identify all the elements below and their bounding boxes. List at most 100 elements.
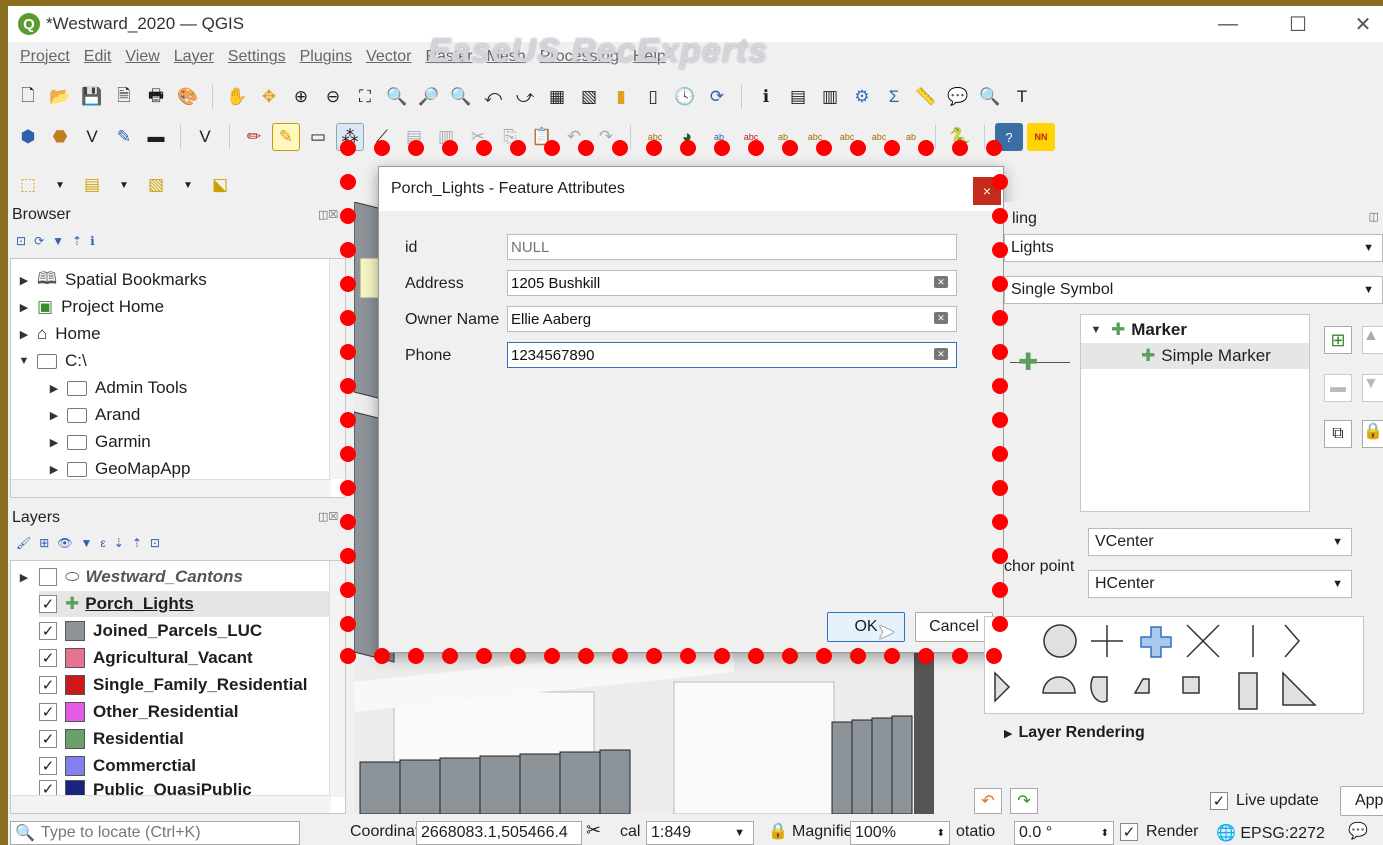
expand-arrow-icon[interactable]: ▶ <box>45 463 63 476</box>
filter-expression-icon[interactable]: ε <box>100 536 105 550</box>
duplicate-symbol-layer-button[interactable]: ⧉ <box>1324 420 1352 448</box>
owner-name-field[interactable]: ✕ <box>507 306 957 332</box>
new-3d-view-icon[interactable]: ▧ <box>575 83 603 111</box>
attribute-table-icon[interactable]: ▤ <box>784 83 812 111</box>
processing-icon[interactable]: ⚙ <box>848 83 876 111</box>
lock-symbol-layer-button[interactable]: 🔒 <box>1362 420 1383 448</box>
id-input[interactable] <box>511 238 921 256</box>
live-update-checkbox[interactable]: ✓ <box>1210 792 1228 810</box>
deselect-icon[interactable]: ▧ <box>142 171 170 199</box>
filter-legend-icon[interactable]: ▼ <box>81 536 93 550</box>
address-input[interactable] <box>511 274 921 292</box>
render-checkbox[interactable]: ✓ <box>1120 823 1138 841</box>
select-location-icon[interactable]: ⬕ <box>206 171 234 199</box>
panel-float-icon[interactable]: ◫ <box>1369 210 1379 223</box>
zoom-native-icon[interactable]: 🔍 <box>447 83 475 111</box>
layer-row[interactable]: ✓ Residential <box>39 726 184 752</box>
browser-item-project-home[interactable]: ▶ ▣ Project Home <box>15 294 164 320</box>
add-group-icon[interactable]: ⊞ <box>39 536 49 550</box>
browser-hscrollbar[interactable] <box>11 479 331 497</box>
layer-row[interactable]: ✓ Public_QuasiPublic <box>39 780 252 796</box>
toggle-extents-icon[interactable]: ✂ <box>586 820 601 841</box>
expand-arrow-icon[interactable]: ▶ <box>15 328 33 341</box>
remove-layer-icon[interactable]: ⊡ <box>150 536 160 550</box>
menu-project[interactable]: Project <box>20 48 70 74</box>
layer-visibility-checkbox[interactable] <box>39 568 57 586</box>
browser-item-admin-tools[interactable]: ▶ Admin Tools <box>45 375 188 401</box>
collapse-arrow-icon[interactable]: ▼ <box>1087 324 1105 336</box>
manage-map-themes-icon[interactable]: 👁 <box>57 536 72 550</box>
expand-arrow-icon[interactable]: ▶ <box>15 301 33 314</box>
remove-symbol-layer-button[interactable]: ▬ <box>1324 374 1352 402</box>
cancel-button[interactable]: Cancel <box>915 612 993 642</box>
menu-plugins[interactable]: Plugins <box>300 48 352 74</box>
browser-item-arand[interactable]: ▶ Arand <box>45 402 141 428</box>
expand-all-icon[interactable]: ⇣ <box>114 536 124 550</box>
zoom-next-icon[interactable]: ⤻ <box>511 83 539 111</box>
layer-visibility-checkbox[interactable]: ✓ <box>39 730 57 748</box>
horizontal-anchor-dropdown[interactable]: HCenter ▼ <box>1088 570 1352 598</box>
menu-view[interactable]: View <box>125 48 159 74</box>
clear-field-icon[interactable]: ✕ <box>934 276 948 288</box>
new-project-icon[interactable]: 🗋 <box>14 83 42 111</box>
select-by-value-icon[interactable]: ▤ <box>78 171 106 199</box>
layer-visibility-checkbox[interactable]: ✓ <box>39 595 57 613</box>
bookmark-icon[interactable]: ▮ <box>607 83 635 111</box>
address-field[interactable]: ✕ <box>507 270 957 296</box>
layer-row[interactable]: ✓ Single_Family_Residential <box>39 672 307 698</box>
print-layout-icon[interactable]: 🖶 <box>142 83 170 111</box>
dropdown-arrow-icon[interactable]: ▼ <box>174 171 202 199</box>
layer-visibility-checkbox[interactable]: ✓ <box>39 622 57 640</box>
browser-scrollbar[interactable] <box>329 259 345 479</box>
collapse-all-icon[interactable]: ⇡ <box>72 234 82 248</box>
scale-dropdown[interactable]: 1:849 ▼ <box>646 821 754 845</box>
rotation-spinbox[interactable]: 0.0 ° ⬍ <box>1014 821 1114 845</box>
temporal-icon[interactable]: 🕓 <box>671 83 699 111</box>
layer-row[interactable]: ✓ Commerctial <box>39 753 196 779</box>
zoom-in-icon[interactable]: ⊕ <box>287 83 315 111</box>
layer-visibility-checkbox[interactable]: ✓ <box>39 703 57 721</box>
maximize-button[interactable]: ☐ <box>1268 6 1328 42</box>
style-manager-icon[interactable]: 🎨 <box>174 83 202 111</box>
phone-field[interactable]: ✕ <box>507 342 957 368</box>
expand-arrow-icon[interactable]: ▶ <box>45 436 63 449</box>
add-vector-icon[interactable]: V <box>78 123 106 151</box>
clear-field-icon[interactable]: ✕ <box>934 348 948 360</box>
panel-float-close-icon[interactable]: ◫☒ <box>318 208 338 221</box>
layer-select-dropdown[interactable]: Lights ▼ <box>1004 234 1383 262</box>
expand-arrow-icon[interactable]: ▶ <box>45 409 63 422</box>
locator-search[interactable]: 🔍 Type to locate (Ctrl+K) <box>10 821 300 845</box>
open-project-icon[interactable]: 📂 <box>46 83 74 111</box>
expand-arrow-icon[interactable]: ▶ <box>15 274 33 287</box>
annotation-icon[interactable]: 💬 <box>944 83 972 111</box>
live-update-toggle[interactable]: ✓ Live update <box>1210 792 1319 810</box>
layer-row[interactable]: ✓ Other_Residential <box>39 699 239 725</box>
layer-row[interactable]: ✓ Joined_Parcels_LUC <box>39 618 262 644</box>
virtual-layer-icon[interactable]: V <box>191 123 219 151</box>
save-as-icon[interactable]: 🗎 <box>110 83 138 111</box>
menu-edit[interactable]: Edit <box>84 48 112 74</box>
expand-arrow-icon[interactable]: ▶ <box>45 382 63 395</box>
browser-item-garmin[interactable]: ▶ Garmin <box>45 429 151 455</box>
expand-arrow-icon[interactable]: ▶ <box>15 571 33 584</box>
new-layer-icon[interactable]: ⬣ <box>46 123 74 151</box>
symbol-tree-marker[interactable]: ▼ ✚ Marker <box>1087 317 1187 343</box>
new-map-view-icon[interactable]: ▦ <box>543 83 571 111</box>
layer-row[interactable]: ✓ Agricultural_Vacant <box>39 645 253 671</box>
save-edits-icon[interactable]: ▭ <box>304 123 332 151</box>
statistics-icon[interactable]: ▥ <box>816 83 844 111</box>
pan-icon[interactable]: ✋ <box>223 83 251 111</box>
pan-to-selection-icon[interactable]: ✥ <box>255 83 283 111</box>
layer-row[interactable]: ▶ ⬭ Westward_Cantons <box>15 564 243 590</box>
current-edits-icon[interactable]: ✏ <box>240 123 268 151</box>
symbol-tree-simple-marker[interactable]: ✚ Simple Marker <box>1081 343 1309 369</box>
messages-icon[interactable]: 💬 <box>1348 821 1368 841</box>
id-field[interactable] <box>507 234 957 260</box>
layer-rendering-section[interactable]: ▶ Layer Rendering <box>1004 724 1145 742</box>
refresh-icon[interactable]: ⟳ <box>703 83 731 111</box>
zoom-last-icon[interactable]: ⤺ <box>479 83 507 111</box>
show-bookmarks-icon[interactable]: ▯ <box>639 83 667 111</box>
coordinate-field[interactable]: 2668083.1,505466.4 <box>416 821 582 845</box>
owner-name-input[interactable] <box>511 310 921 328</box>
undo-style-button[interactable]: ↶ <box>974 788 1002 814</box>
